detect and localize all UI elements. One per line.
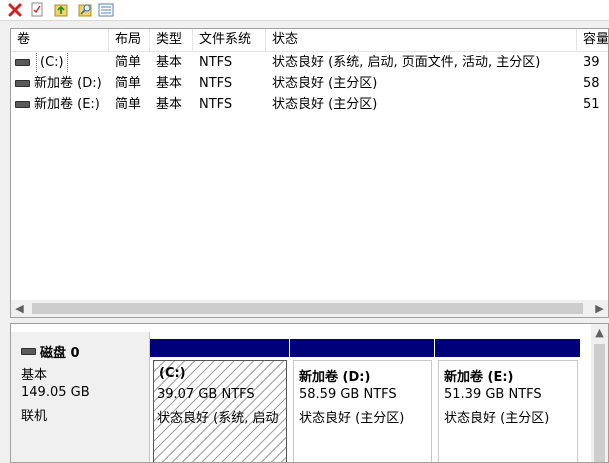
volume-type: 基本 (156, 97, 183, 112)
partition-size: 51.39 GB NTFS (444, 387, 542, 402)
disk-view: 磁盘 0 基本 149.05 GB 联机 (C:) 39.07 GB NTFS … (10, 323, 609, 463)
volume-capacity: 51 (583, 97, 600, 112)
partition-size: 58.59 GB NTFS (299, 387, 397, 402)
toolbar (0, 0, 609, 21)
volume-list: 卷 布局 类型 文件系统 状态 容量 (C:) 简单 基本 NTFS 状态良好 … (10, 28, 609, 318)
drive-icon (15, 59, 30, 66)
volume-capacity: 58 (583, 76, 600, 91)
horizontal-scroll-thumb[interactable] (32, 303, 583, 314)
partition-header-bar (435, 339, 580, 357)
partition-e[interactable]: 新加卷 (E:) 51.39 GB NTFS 状态良好 (主分区) (435, 339, 580, 462)
scroll-up-arrow-icon[interactable]: ▲ (591, 324, 608, 341)
partition-header-bar (290, 339, 434, 357)
volume-filesystem: NTFS (199, 55, 233, 70)
partition-d[interactable]: 新加卷 (D:) 58.59 GB NTFS 状态良好 (主分区) (290, 339, 434, 462)
properties-check-icon[interactable] (28, 1, 46, 18)
horizontal-scrollbar[interactable]: ◀ ▶ (11, 300, 608, 317)
column-header-layout[interactable]: 布局 (109, 29, 150, 51)
column-header-volume[interactable]: 卷 (11, 29, 109, 51)
volume-type: 基本 (156, 55, 183, 70)
volume-list-header: 卷 布局 类型 文件系统 状态 容量 (11, 29, 608, 52)
volume-status: 状态良好 (主分区) (272, 97, 378, 112)
volume-status: 状态良好 (主分区) (272, 76, 378, 91)
disk-type: 基本 (21, 368, 48, 383)
volume-filesystem: NTFS (199, 97, 233, 112)
scroll-left-arrow-icon[interactable]: ◀ (11, 300, 28, 317)
list-view-icon[interactable] (97, 1, 115, 18)
close-red-x-icon[interactable] (6, 1, 24, 18)
folder-search-icon[interactable] (76, 1, 94, 18)
folder-up-icon[interactable] (52, 1, 70, 18)
partition-status: 状态良好 (系统, 启动 (157, 411, 279, 426)
partition-name: (C:) (159, 366, 186, 381)
disk-size: 149.05 GB (21, 385, 90, 400)
drive-icon (15, 80, 30, 87)
partition-name: 新加卷 (E:) (444, 370, 514, 385)
volume-row[interactable]: 新加卷 (E:) 简单 基本 NTFS 状态良好 (主分区) 51 (11, 94, 608, 115)
volume-capacity: 39 (583, 55, 600, 70)
partition-status: 状态良好 (主分区) (444, 411, 550, 426)
drive-icon (15, 101, 30, 108)
disk-name: 磁盘 0 (40, 346, 80, 361)
volume-row[interactable]: (C:) 简单 基本 NTFS 状态良好 (系统, 启动, 页面文件, 活动, … (11, 52, 608, 73)
volume-filesystem: NTFS (199, 76, 233, 91)
column-header-type[interactable]: 类型 (150, 29, 193, 51)
partition-name: 新加卷 (D:) (299, 370, 371, 385)
disk-state: 联机 (21, 409, 48, 424)
vertical-scrollbar[interactable]: ▲ (591, 324, 608, 462)
column-header-capacity[interactable]: 容量 (577, 29, 608, 51)
volume-name: (C:) (36, 52, 68, 73)
volume-layout: 简单 (115, 76, 142, 91)
partition-c[interactable]: (C:) 39.07 GB NTFS 状态良好 (系统, 启动 (150, 339, 289, 462)
scroll-right-arrow-icon[interactable]: ▶ (591, 300, 608, 317)
partition-status: 状态良好 (主分区) (299, 411, 405, 426)
partition-size: 39.07 GB NTFS (157, 387, 255, 402)
partition-header-bar (150, 339, 289, 357)
volume-status: 状态良好 (系统, 启动, 页面文件, 活动, 主分区) (272, 55, 541, 70)
disk-icon (21, 348, 36, 355)
vertical-scroll-thumb[interactable] (594, 344, 605, 462)
volume-layout: 简单 (115, 55, 142, 70)
disk-info[interactable]: 磁盘 0 基本 149.05 GB 联机 (11, 332, 150, 462)
column-header-filesystem[interactable]: 文件系统 (193, 29, 266, 51)
volume-layout: 简单 (115, 97, 142, 112)
volume-name: 新加卷 (D:) (34, 76, 102, 91)
volume-row[interactable]: 新加卷 (D:) 简单 基本 NTFS 状态良好 (主分区) 58 (11, 73, 608, 94)
column-header-status[interactable]: 状态 (266, 29, 577, 51)
volume-type: 基本 (156, 76, 183, 91)
volume-name: 新加卷 (E:) (34, 97, 100, 112)
